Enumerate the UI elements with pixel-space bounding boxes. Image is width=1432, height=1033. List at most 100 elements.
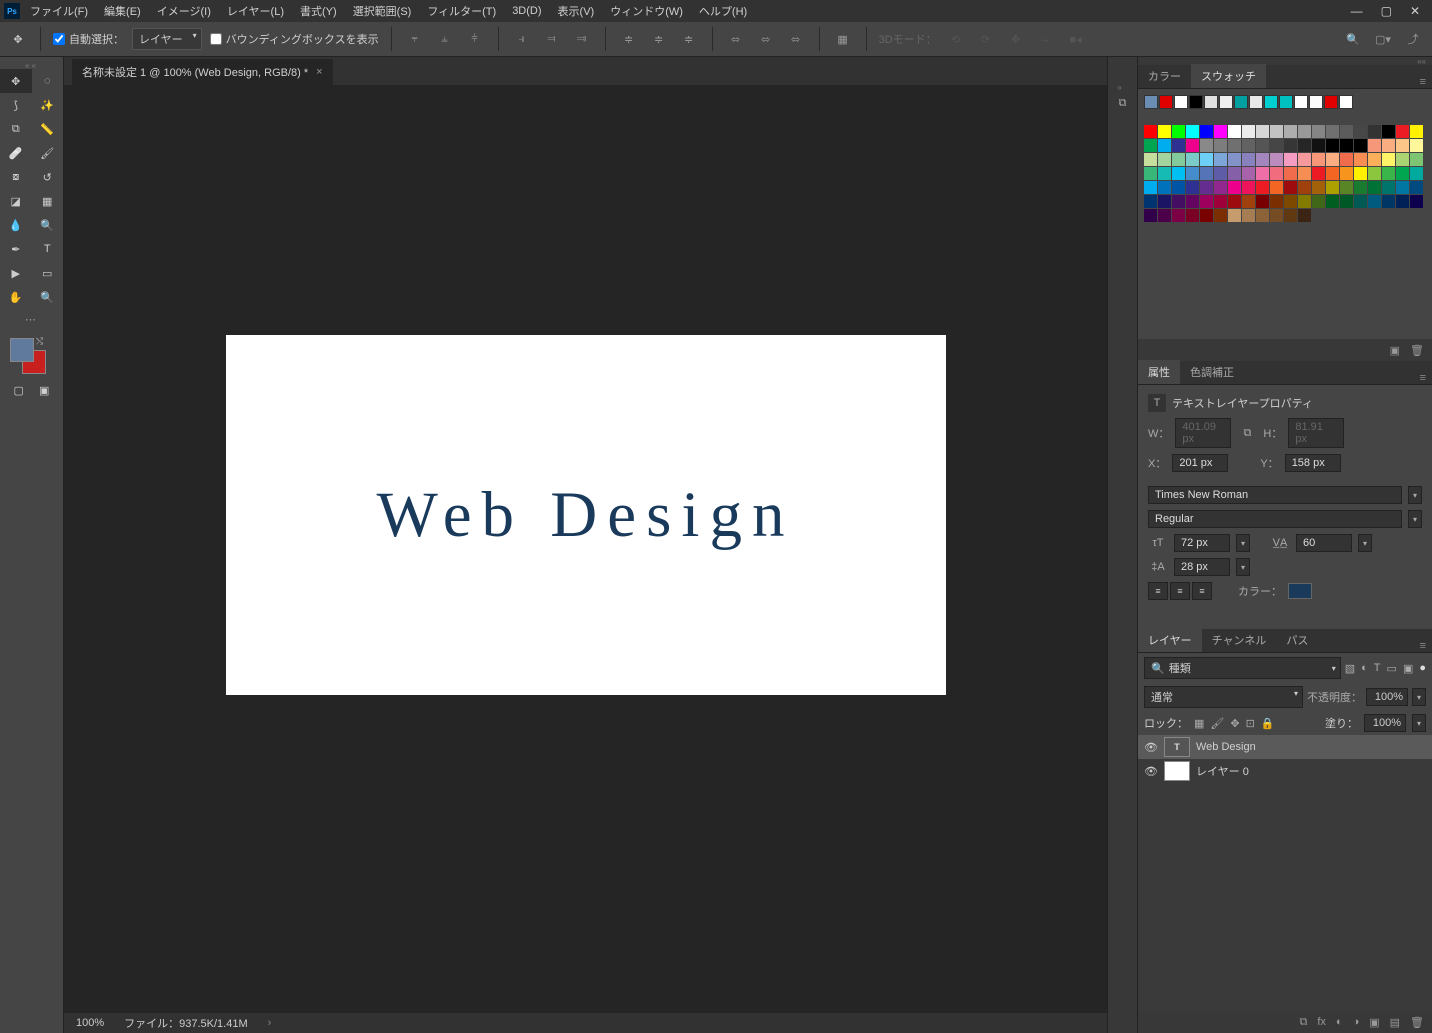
swatch-item[interactable] xyxy=(1172,153,1185,166)
swatch-item[interactable] xyxy=(1368,125,1381,138)
swatch-item[interactable] xyxy=(1144,139,1157,152)
swatch-item[interactable] xyxy=(1256,167,1269,180)
swatch-item[interactable] xyxy=(1382,125,1395,138)
swatch-item[interactable] xyxy=(1270,125,1283,138)
magic-wand-tool[interactable]: ✨ xyxy=(32,93,64,117)
swatch-item[interactable] xyxy=(1410,125,1423,138)
swatch-item[interactable] xyxy=(1172,195,1185,208)
swatch-item[interactable] xyxy=(1340,167,1353,180)
fill-dropdown-icon[interactable]: ▾ xyxy=(1412,714,1426,732)
swatch-item[interactable] xyxy=(1284,181,1297,194)
align-left-text-icon[interactable]: ≡ xyxy=(1148,582,1168,600)
panel-grip[interactable]: «« xyxy=(0,61,63,69)
swatch-item[interactable] xyxy=(1214,195,1227,208)
swatch-item[interactable] xyxy=(1200,153,1213,166)
swatch-item[interactable] xyxy=(1339,95,1353,109)
lock-image-icon[interactable]: 🖌 xyxy=(1210,717,1224,730)
swatch-item[interactable] xyxy=(1312,181,1325,194)
align-bottom-icon[interactable]: ⫩ xyxy=(464,28,486,50)
swatch-item[interactable] xyxy=(1172,125,1185,138)
swatch-item[interactable] xyxy=(1270,209,1283,222)
layer-name[interactable]: レイヤー 0 xyxy=(1196,763,1249,779)
swatch-item[interactable] xyxy=(1326,153,1339,166)
tab-adjustments[interactable]: 色調補正 xyxy=(1180,360,1244,384)
tab-swatches[interactable]: スウォッチ xyxy=(1191,64,1266,88)
swatch-item[interactable] xyxy=(1298,125,1311,138)
menu-layer[interactable]: レイヤー(L) xyxy=(227,3,284,19)
swatch-item[interactable] xyxy=(1242,167,1255,180)
layer-thumbnail[interactable] xyxy=(1164,761,1190,781)
swatch-item[interactable] xyxy=(1340,181,1353,194)
swatch-item[interactable] xyxy=(1298,181,1311,194)
blend-mode-select[interactable]: 通常 xyxy=(1144,686,1303,708)
align-hcenter-icon[interactable]: ⫤ xyxy=(541,28,563,50)
rectangle-tool[interactable]: ▭ xyxy=(32,261,64,285)
tab-channels[interactable]: チャンネル xyxy=(1202,628,1277,652)
visibility-toggle-icon[interactable]: 👁 xyxy=(1144,741,1158,754)
dodge-tool[interactable]: 🔍 xyxy=(32,213,64,237)
align-left-icon[interactable]: ⫣ xyxy=(511,28,533,50)
swatch-item[interactable] xyxy=(1144,125,1157,138)
swatch-item[interactable] xyxy=(1368,167,1381,180)
blur-tool[interactable]: 💧 xyxy=(0,213,32,237)
distribute-top-icon[interactable]: ≑ xyxy=(618,28,640,50)
auto-select-target[interactable]: レイヤー xyxy=(132,28,202,50)
swatch-item[interactable] xyxy=(1312,195,1325,208)
swatch-item[interactable] xyxy=(1326,181,1339,194)
eraser-tool[interactable]: ◪ xyxy=(0,189,32,213)
link-wh-icon[interactable]: ⧉ xyxy=(1237,425,1257,441)
swatch-item[interactable] xyxy=(1186,139,1199,152)
swatch-item[interactable] xyxy=(1382,167,1395,180)
swatch-item[interactable] xyxy=(1242,195,1255,208)
tracking-dropdown-icon[interactable]: ▾ xyxy=(1358,534,1372,552)
swatch-item[interactable] xyxy=(1368,139,1381,152)
swatch-item[interactable] xyxy=(1228,209,1241,222)
swatch-item[interactable] xyxy=(1200,125,1213,138)
ruler-tool[interactable]: 📏 xyxy=(32,117,64,141)
align-right-text-icon[interactable]: ≡ xyxy=(1192,582,1212,600)
swatch-item[interactable] xyxy=(1242,209,1255,222)
swatch-item[interactable] xyxy=(1242,181,1255,194)
swatch-item[interactable] xyxy=(1158,209,1171,222)
healing-brush-tool[interactable]: 🩹 xyxy=(0,141,32,165)
history-panel-icon[interactable]: ⧉ xyxy=(1111,91,1135,115)
tracking-input[interactable]: 60 xyxy=(1296,534,1352,552)
swatch-item[interactable] xyxy=(1228,125,1241,138)
swatch-item[interactable] xyxy=(1312,125,1325,138)
filter-shape-icon[interactable]: ▭ xyxy=(1387,662,1397,675)
swatch-item[interactable] xyxy=(1189,95,1203,109)
standard-mode-icon[interactable]: ▢ xyxy=(14,384,24,397)
swatch-item[interactable] xyxy=(1172,181,1185,194)
clone-stamp-tool[interactable]: ⧇ xyxy=(0,165,32,189)
swatch-item[interactable] xyxy=(1340,139,1353,152)
menu-view[interactable]: 表示(V) xyxy=(558,3,595,19)
tab-properties[interactable]: 属性 xyxy=(1138,360,1180,384)
swatch-item[interactable] xyxy=(1158,125,1171,138)
swatch-item[interactable] xyxy=(1312,167,1325,180)
swatch-item[interactable] xyxy=(1354,139,1367,152)
swatch-item[interactable] xyxy=(1214,209,1227,222)
swatch-item[interactable] xyxy=(1249,95,1263,109)
swatch-item[interactable] xyxy=(1172,167,1185,180)
workspace-icon[interactable]: ▢▾ xyxy=(1372,28,1394,50)
menu-select[interactable]: 選択範囲(S) xyxy=(353,3,412,19)
swatch-item[interactable] xyxy=(1158,195,1171,208)
filter-toggle-icon[interactable]: ● xyxy=(1419,662,1426,675)
swatch-item[interactable] xyxy=(1214,153,1227,166)
lasso-tool[interactable]: ⟆ xyxy=(0,93,32,117)
filter-smart-icon[interactable]: ▣ xyxy=(1403,662,1413,675)
swatch-item[interactable] xyxy=(1228,167,1241,180)
edit-toolbar-icon[interactable]: ⋯ xyxy=(0,309,63,330)
layer-filter-select[interactable]: 🔍 種類 xyxy=(1144,657,1341,679)
swatch-item[interactable] xyxy=(1158,167,1171,180)
foreground-color[interactable] xyxy=(10,338,34,362)
layer-item[interactable]: 👁 T Web Design xyxy=(1138,735,1432,759)
swatch-item[interactable] xyxy=(1324,95,1338,109)
minimize-icon[interactable]: — xyxy=(1351,4,1363,18)
swatch-item[interactable] xyxy=(1279,95,1293,109)
swatch-item[interactable] xyxy=(1264,95,1278,109)
menu-image[interactable]: イメージ(I) xyxy=(157,3,211,19)
panel-menu-icon[interactable]: ≡ xyxy=(1414,640,1432,652)
layer-name[interactable]: Web Design xyxy=(1196,741,1256,753)
menu-type[interactable]: 書式(Y) xyxy=(300,3,337,19)
